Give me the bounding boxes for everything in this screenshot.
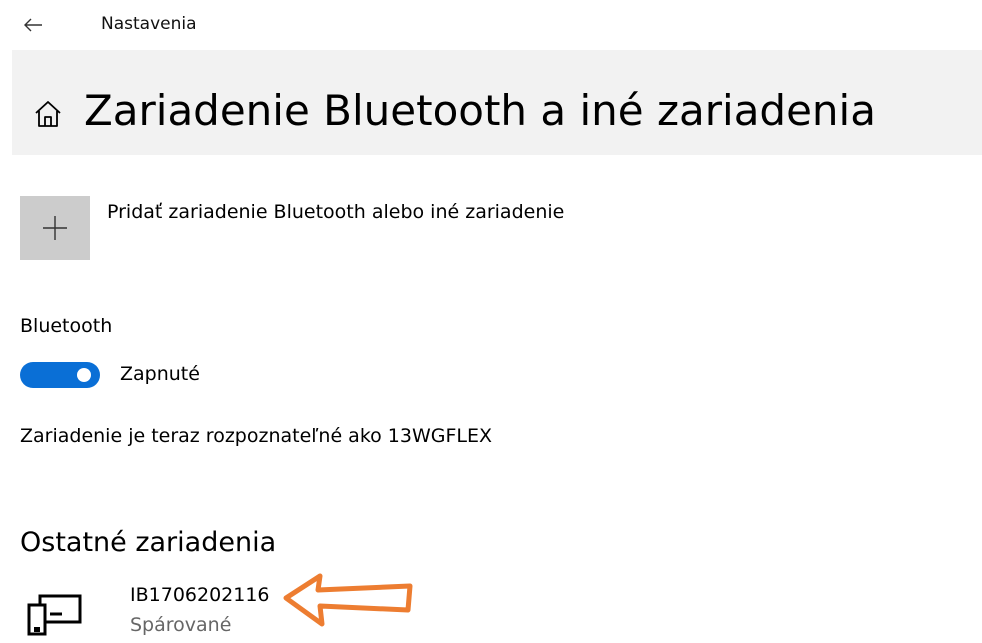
other-devices-heading: Ostatné zariadenia (20, 527, 277, 558)
arrow-annotation (283, 573, 413, 627)
page-header: Zariadenie Bluetooth a iné zariadenia (12, 50, 982, 155)
add-device-button[interactable] (20, 196, 90, 260)
bluetooth-toggle[interactable] (20, 362, 100, 388)
app-title: Nastavenia (101, 14, 197, 34)
device-status: Spárované (130, 614, 232, 636)
home-icon[interactable] (32, 98, 64, 130)
discoverable-status: Zariadenie je teraz rozpoznateľné ako 13… (20, 425, 493, 447)
bluetooth-heading: Bluetooth (20, 315, 113, 337)
back-button[interactable] (20, 12, 46, 38)
device-name: IB1706202116 (130, 584, 270, 606)
title-bar: Nastavenia (0, 0, 982, 50)
device-icon (27, 594, 82, 636)
bluetooth-toggle-label: Zapnuté (120, 363, 200, 385)
add-device-link[interactable]: Pridať zariadenie Bluetooth alebo iné za… (107, 201, 564, 223)
back-arrow-icon (24, 18, 42, 32)
toggle-knob (77, 368, 91, 382)
plus-icon (43, 216, 67, 240)
page-title: Zariadenie Bluetooth a iné zariadenia (84, 86, 876, 135)
settings-page: Nastavenia Zariadenie Bluetooth a iné za… (0, 0, 982, 643)
